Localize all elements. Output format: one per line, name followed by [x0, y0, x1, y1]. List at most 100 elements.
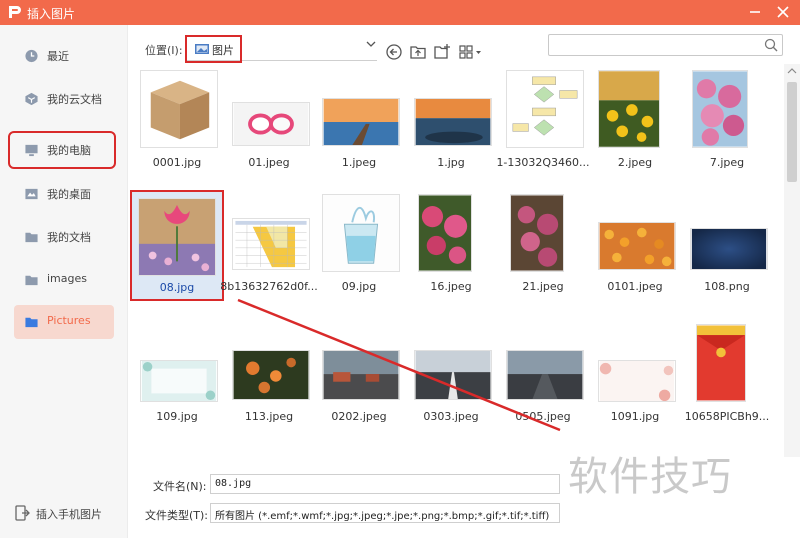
sidebar-item-recent[interactable]: 最近	[14, 39, 114, 73]
picture-folder-icon	[195, 44, 209, 54]
title-bar: 插入图片	[0, 0, 800, 25]
file-name: 01.jpeg	[248, 156, 290, 169]
new-folder-icon[interactable]	[433, 43, 451, 61]
watermark: 软件技巧	[568, 454, 732, 500]
folder-icon	[25, 275, 38, 286]
file-name: 0001.jpg	[152, 156, 202, 169]
clock-icon	[25, 49, 38, 63]
sidebar-item-label: 最近	[47, 50, 69, 63]
filename-field[interactable]: 08.jpg	[210, 474, 560, 494]
file-name: 0202.jpeg	[331, 410, 387, 423]
file-tile[interactable]: 7.jpeg	[682, 68, 772, 186]
cloud-doc-icon	[25, 92, 38, 106]
file-tile[interactable]: 0101.jpeg	[590, 192, 680, 310]
location-value: 图片	[212, 44, 234, 57]
scroll-up-icon[interactable]	[784, 64, 800, 78]
file-tile[interactable]: 0303.jpeg	[406, 322, 496, 440]
file-thumbnail	[414, 350, 492, 400]
folder-icon	[25, 232, 38, 243]
file-thumbnail	[140, 360, 218, 402]
file-tile[interactable]: 1.jpeg	[314, 68, 404, 186]
sidebar-item-label: images	[47, 272, 87, 285]
file-tile[interactable]: 09.jpg	[314, 192, 404, 310]
chevron-down-icon[interactable]	[366, 39, 376, 49]
file-tile[interactable]: 0505.jpeg	[498, 322, 588, 440]
file-thumbnail	[692, 70, 748, 148]
file-thumbnail	[690, 228, 768, 270]
file-tile[interactable]: 01.jpeg	[224, 68, 314, 186]
file-name: 1091.jpg	[610, 410, 660, 423]
file-name: 10658PICBh9...	[684, 410, 770, 423]
close-button[interactable]	[774, 3, 792, 21]
file-thumbnail	[598, 70, 660, 148]
file-thumbnail	[598, 360, 676, 402]
sidebar-item-label: 我的桌面	[47, 188, 91, 201]
sidebar-item-pictures[interactable]: Pictures	[14, 305, 114, 339]
file-thumbnail	[322, 350, 400, 400]
back-icon[interactable]	[385, 43, 403, 61]
file-tile[interactable]: 1-13032Q3460...	[496, 68, 590, 186]
search-icon[interactable]	[764, 38, 778, 52]
app-logo-icon	[9, 6, 21, 18]
phone-import-icon	[15, 505, 30, 521]
search-box[interactable]	[548, 34, 783, 56]
file-thumbnail	[696, 324, 746, 402]
file-thumbnail	[232, 102, 310, 146]
computer-icon	[25, 144, 38, 157]
file-thumbnail	[598, 222, 676, 270]
location-chip: 图片	[185, 35, 242, 63]
file-tile[interactable]: 2.jpeg	[590, 68, 680, 186]
file-tile[interactable]: 1091.jpg	[590, 322, 680, 440]
file-tile[interactable]: 113.jpeg	[224, 322, 314, 440]
filetype-label: 文件类型(T):	[145, 509, 209, 522]
sidebar-item-images[interactable]: images	[14, 263, 114, 297]
file-tile[interactable]: 8b13632762d0f...	[220, 192, 318, 310]
file-name: 0101.jpeg	[607, 280, 663, 293]
file-name: 0505.jpeg	[515, 410, 571, 423]
sidebar: 最近 我的云文档 我的电脑 我的桌面 我的文档 images Pictures …	[0, 25, 128, 538]
file-tile[interactable]: 16.jpeg	[406, 192, 496, 310]
file-thumbnail	[138, 198, 216, 276]
scrollbar-thumb[interactable]	[787, 82, 797, 182]
file-tile[interactable]: 21.jpeg	[498, 192, 588, 310]
sidebar-item-label: Pictures	[47, 314, 91, 327]
up-folder-icon[interactable]	[409, 43, 427, 61]
minimize-button[interactable]	[746, 3, 764, 21]
file-name: 113.jpeg	[244, 410, 294, 423]
sidebar-item-my-computer[interactable]: 我的电脑	[8, 131, 116, 169]
insert-from-phone-button[interactable]: 插入手机图片	[14, 503, 126, 525]
file-tile[interactable]: 109.jpg	[132, 322, 222, 440]
search-input[interactable]	[553, 36, 753, 54]
file-tile-selected[interactable]: 08.jpg	[130, 190, 224, 301]
file-thumbnail	[510, 194, 564, 272]
file-thumbnail	[414, 98, 492, 146]
vertical-scrollbar[interactable]	[784, 64, 800, 457]
sidebar-item-label: 我的电脑	[47, 144, 91, 157]
file-thumbnail	[232, 350, 310, 400]
file-name: 1-13032Q3460...	[496, 156, 590, 169]
sidebar-item-cloud-docs[interactable]: 我的云文档	[14, 82, 114, 116]
filetype-select[interactable]: 所有图片 (*.emf;*.wmf;*.jpg;*.jpeg;*.jpe;*.p…	[210, 503, 560, 523]
location-dropdown[interactable]: 图片	[185, 35, 377, 63]
file-tile[interactable]: 0001.jpg	[132, 68, 222, 186]
file-name: 109.jpg	[156, 410, 198, 423]
file-thumbnail	[322, 194, 400, 272]
file-name: 1.jpg	[437, 156, 465, 169]
file-name: 16.jpeg	[430, 280, 472, 293]
file-tile[interactable]: 0202.jpeg	[314, 322, 404, 440]
sidebar-item-documents[interactable]: 我的文档	[14, 220, 114, 254]
minimize-icon	[750, 11, 760, 13]
view-mode-icon[interactable]	[459, 43, 485, 61]
file-tile[interactable]: 1.jpg	[406, 68, 496, 186]
location-label: 位置(I):	[145, 44, 183, 57]
filename-label: 文件名(N):	[153, 480, 207, 493]
file-name: 21.jpeg	[522, 280, 564, 293]
sidebar-item-label: 我的文档	[47, 231, 91, 244]
file-tile[interactable]: 10658PICBh9...	[682, 322, 772, 440]
file-tile[interactable]: 108.png	[682, 192, 772, 310]
file-thumbnail	[418, 194, 472, 272]
file-name: 8b13632762d0f...	[220, 280, 318, 293]
insert-from-phone-label: 插入手机图片	[36, 508, 102, 521]
sidebar-item-desktop[interactable]: 我的桌面	[14, 177, 114, 211]
file-name: 108.png	[704, 280, 750, 293]
